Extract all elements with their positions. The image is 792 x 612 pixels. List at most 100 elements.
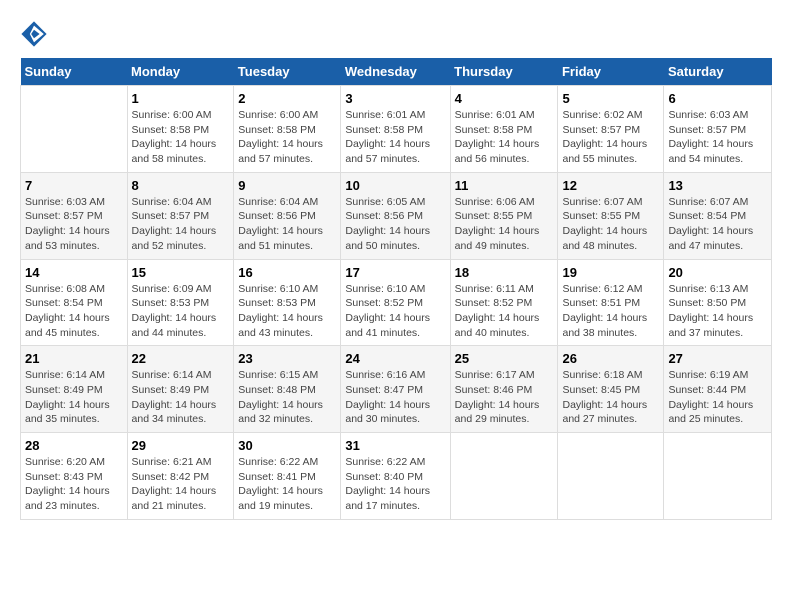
calendar-cell: 22 Sunrise: 6:14 AM Sunset: 8:49 PM Dayli… [127,346,234,433]
day-info: Sunrise: 6:22 AM Sunset: 8:41 PM Dayligh… [238,455,336,514]
header-sunday: Sunday [21,58,128,86]
day-info: Sunrise: 6:04 AM Sunset: 8:57 PM Dayligh… [132,195,230,254]
calendar-cell: 7Sunrise: 6:03 AM Sunset: 8:57 PM Daylig… [21,172,128,259]
day-number: 12 [562,178,659,193]
calendar-header-row: SundayMondayTuesdayWednesdayThursdayFrid… [21,58,772,86]
day-number: 10 [345,178,445,193]
header-thursday: Thursday [450,58,558,86]
calendar-cell: 18 Sunrise: 6:11 AM Sunset: 8:52 PM Dayli… [450,259,558,346]
day-number: 13 [668,178,767,193]
calendar-cell [21,86,128,173]
day-number: 26 [562,351,659,366]
day-number: 15 [132,265,230,280]
calendar-week-row: 21 Sunrise: 6:14 AM Sunset: 8:49 PM Dayli… [21,346,772,433]
header-monday: Monday [127,58,234,86]
day-info: Sunrise: 6:02 AM Sunset: 8:57 PM Dayligh… [562,108,659,167]
calendar-cell: 11 Sunrise: 6:06 AM Sunset: 8:55 PM Dayli… [450,172,558,259]
day-info: Sunrise: 6:10 AM Sunset: 8:53 PM Dayligh… [238,282,336,341]
calendar-cell: 17Sunrise: 6:10 AM Sunset: 8:52 PM Dayli… [341,259,450,346]
calendar-cell: 28 Sunrise: 6:20 AM Sunset: 8:43 PM Dayli… [21,433,128,520]
day-info: Sunrise: 6:15 AM Sunset: 8:48 PM Dayligh… [238,368,336,427]
day-info: Sunrise: 6:21 AM Sunset: 8:42 PM Dayligh… [132,455,230,514]
day-info: Sunrise: 6:01 AM Sunset: 8:58 PM Dayligh… [455,108,554,167]
day-number: 4 [455,91,554,106]
calendar-cell [558,433,664,520]
day-info: Sunrise: 6:10 AM Sunset: 8:52 PM Dayligh… [345,282,445,341]
calendar-week-row: 7Sunrise: 6:03 AM Sunset: 8:57 PM Daylig… [21,172,772,259]
day-info: Sunrise: 6:13 AM Sunset: 8:50 PM Dayligh… [668,282,767,341]
day-info: Sunrise: 6:18 AM Sunset: 8:45 PM Dayligh… [562,368,659,427]
day-number: 31 [345,438,445,453]
day-info: Sunrise: 6:12 AM Sunset: 8:51 PM Dayligh… [562,282,659,341]
calendar-cell: 26 Sunrise: 6:18 AM Sunset: 8:45 PM Dayli… [558,346,664,433]
calendar-cell: 21 Sunrise: 6:14 AM Sunset: 8:49 PM Dayli… [21,346,128,433]
calendar-cell: 2Sunrise: 6:00 AM Sunset: 8:58 PM Daylig… [234,86,341,173]
day-info: Sunrise: 6:09 AM Sunset: 8:53 PM Dayligh… [132,282,230,341]
calendar-cell: 16 Sunrise: 6:10 AM Sunset: 8:53 PM Dayli… [234,259,341,346]
header-saturday: Saturday [664,58,772,86]
day-info: Sunrise: 6:01 AM Sunset: 8:58 PM Dayligh… [345,108,445,167]
calendar-table: SundayMondayTuesdayWednesdayThursdayFrid… [20,58,772,520]
day-number: 25 [455,351,554,366]
day-info: Sunrise: 6:14 AM Sunset: 8:49 PM Dayligh… [25,368,123,427]
day-number: 19 [562,265,659,280]
calendar-cell [664,433,772,520]
day-info: Sunrise: 6:04 AM Sunset: 8:56 PM Dayligh… [238,195,336,254]
day-number: 30 [238,438,336,453]
header-wednesday: Wednesday [341,58,450,86]
day-number: 18 [455,265,554,280]
calendar-cell: 10 Sunrise: 6:05 AM Sunset: 8:56 PM Dayli… [341,172,450,259]
day-number: 20 [668,265,767,280]
day-number: 29 [132,438,230,453]
day-info: Sunrise: 6:00 AM Sunset: 8:58 PM Dayligh… [238,108,336,167]
calendar-week-row: 28 Sunrise: 6:20 AM Sunset: 8:43 PM Dayli… [21,433,772,520]
calendar-cell: 9Sunrise: 6:04 AM Sunset: 8:56 PM Daylig… [234,172,341,259]
day-number: 21 [25,351,123,366]
calendar-cell: 1 Sunrise: 6:00 AM Sunset: 8:58 PM Daylig… [127,86,234,173]
logo-icon [20,20,48,48]
day-info: Sunrise: 6:00 AM Sunset: 8:58 PM Dayligh… [132,108,230,167]
day-number: 22 [132,351,230,366]
day-info: Sunrise: 6:06 AM Sunset: 8:55 PM Dayligh… [455,195,554,254]
day-number: 14 [25,265,123,280]
day-info: Sunrise: 6:03 AM Sunset: 8:57 PM Dayligh… [25,195,123,254]
day-info: Sunrise: 6:05 AM Sunset: 8:56 PM Dayligh… [345,195,445,254]
day-info: Sunrise: 6:16 AM Sunset: 8:47 PM Dayligh… [345,368,445,427]
calendar-cell: 12 Sunrise: 6:07 AM Sunset: 8:55 PM Dayli… [558,172,664,259]
day-info: Sunrise: 6:07 AM Sunset: 8:54 PM Dayligh… [668,195,767,254]
day-info: Sunrise: 6:19 AM Sunset: 8:44 PM Dayligh… [668,368,767,427]
calendar-cell: 20 Sunrise: 6:13 AM Sunset: 8:50 PM Dayli… [664,259,772,346]
day-info: Sunrise: 6:17 AM Sunset: 8:46 PM Dayligh… [455,368,554,427]
day-number: 11 [455,178,554,193]
calendar-cell: 4 Sunrise: 6:01 AM Sunset: 8:58 PM Daylig… [450,86,558,173]
day-info: Sunrise: 6:07 AM Sunset: 8:55 PM Dayligh… [562,195,659,254]
calendar-cell: 30 Sunrise: 6:22 AM Sunset: 8:41 PM Dayli… [234,433,341,520]
header-tuesday: Tuesday [234,58,341,86]
calendar-cell: 27 Sunrise: 6:19 AM Sunset: 8:44 PM Dayli… [664,346,772,433]
day-info: Sunrise: 6:20 AM Sunset: 8:43 PM Dayligh… [25,455,123,514]
day-number: 6 [668,91,767,106]
day-number: 24 [345,351,445,366]
calendar-cell: 3 Sunrise: 6:01 AM Sunset: 8:58 PM Daylig… [341,86,450,173]
calendar-cell: 25 Sunrise: 6:17 AM Sunset: 8:46 PM Dayli… [450,346,558,433]
day-number: 1 [132,91,230,106]
page-header [20,20,772,48]
calendar-week-row: 14 Sunrise: 6:08 AM Sunset: 8:54 PM Dayli… [21,259,772,346]
calendar-cell: 8Sunrise: 6:04 AM Sunset: 8:57 PM Daylig… [127,172,234,259]
day-info: Sunrise: 6:08 AM Sunset: 8:54 PM Dayligh… [25,282,123,341]
day-number: 3 [345,91,445,106]
calendar-cell: 13 Sunrise: 6:07 AM Sunset: 8:54 PM Dayli… [664,172,772,259]
day-number: 28 [25,438,123,453]
day-info: Sunrise: 6:03 AM Sunset: 8:57 PM Dayligh… [668,108,767,167]
day-number: 27 [668,351,767,366]
day-number: 23 [238,351,336,366]
day-info: Sunrise: 6:11 AM Sunset: 8:52 PM Dayligh… [455,282,554,341]
calendar-cell: 14 Sunrise: 6:08 AM Sunset: 8:54 PM Dayli… [21,259,128,346]
header-friday: Friday [558,58,664,86]
calendar-cell: 19 Sunrise: 6:12 AM Sunset: 8:51 PM Dayli… [558,259,664,346]
calendar-cell: 24 Sunrise: 6:16 AM Sunset: 8:47 PM Dayli… [341,346,450,433]
calendar-cell: 31Sunrise: 6:22 AM Sunset: 8:40 PM Dayli… [341,433,450,520]
day-number: 16 [238,265,336,280]
calendar-cell: 6 Sunrise: 6:03 AM Sunset: 8:57 PM Daylig… [664,86,772,173]
day-info: Sunrise: 6:14 AM Sunset: 8:49 PM Dayligh… [132,368,230,427]
